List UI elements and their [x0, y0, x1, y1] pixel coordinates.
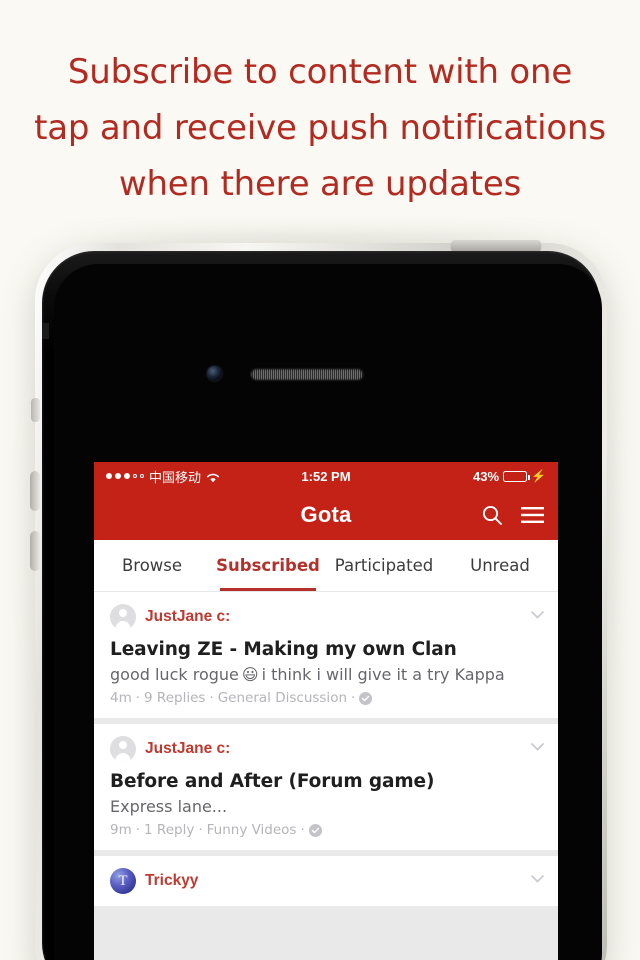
antenna-band-left [42, 323, 49, 339]
avatar[interactable] [110, 736, 136, 762]
post-author[interactable]: JustJane c: [145, 608, 230, 626]
lightning-bolt-icon: ⚡ [531, 469, 546, 483]
silent-switch[interactable] [31, 398, 40, 422]
meta-sep: · [135, 690, 141, 706]
post-excerpt-before: good luck rogue [110, 665, 239, 684]
post-excerpt: Express lane... [110, 797, 540, 816]
meta-sep: · [351, 690, 356, 706]
headline-line-1: Subscribe to content with one [67, 52, 573, 92]
status-bar-right: 43% ⚡ [473, 469, 546, 484]
meta-sep: · [300, 822, 305, 838]
chevron-down-icon[interactable] [531, 606, 544, 619]
status-bar-left: 中国移动 [106, 467, 220, 486]
meta-sep: · [209, 690, 214, 706]
volume-down-button[interactable] [30, 531, 40, 571]
tab-browse[interactable]: Browse [94, 540, 210, 591]
headline-line-3: when there are updates [118, 164, 522, 204]
phone-bezel: 中国移动 1:52 PM 43% ⚡ Gota Browse Subscribe… [42, 251, 602, 960]
earpiece-speaker-icon [251, 369, 363, 380]
app-screen: 中国移动 1:52 PM 43% ⚡ Gota Browse Subscribe… [94, 462, 558, 960]
post-card[interactable]: JustJane c: Leaving ZE - Making my own C… [94, 592, 558, 718]
post-category: Funny Videos [206, 822, 297, 838]
tab-browse-label: Browse [121, 556, 183, 575]
tab-subscribed[interactable]: Subscribed [210, 540, 326, 591]
wifi-icon [206, 471, 220, 482]
headline-line-2: tap and receive push notifications [34, 108, 606, 148]
battery-icon [503, 470, 531, 482]
nav-actions [481, 504, 544, 526]
volume-up-button[interactable] [30, 471, 40, 511]
grinning-face-emoji-icon: 😃 [241, 665, 259, 684]
post-title[interactable]: Before and After (Forum game) [110, 771, 540, 792]
post-card[interactable]: JustJane c: Before and After (Forum game… [94, 724, 558, 850]
verified-check-icon [359, 691, 373, 705]
post-time: 4m [110, 690, 132, 706]
phone-front-face: 中国移动 1:52 PM 43% ⚡ Gota Browse Subscribe… [54, 264, 602, 960]
post-author[interactable]: Trickyy [145, 872, 198, 890]
signal-strength-icon [106, 473, 144, 479]
front-camera-icon [207, 366, 222, 381]
post-excerpt: good luck rogue 😃 i think i will give it… [110, 665, 540, 684]
post-time: 9m [110, 822, 132, 838]
page-headline: Subscribe to content with one tap and re… [0, 44, 640, 212]
tab-bar: Browse Subscribed Participated Unread [94, 540, 558, 592]
post-author[interactable]: JustJane c: [145, 740, 230, 758]
post-reply-count: 1 Reply [144, 822, 195, 838]
post-excerpt-before: Express lane... [110, 797, 228, 816]
status-bar: 中国移动 1:52 PM 43% ⚡ [94, 462, 558, 490]
post-category: General Discussion [217, 690, 348, 706]
post-header: JustJane c: [110, 736, 540, 762]
battery-percent-label: 43% [473, 468, 500, 484]
tab-unread[interactable]: Unread [442, 540, 558, 591]
meta-sep: · [135, 822, 141, 838]
post-title[interactable]: Leaving ZE - Making my own Clan [110, 639, 540, 660]
app-nav-bar: Gota [94, 490, 558, 540]
post-feed[interactable]: JustJane c: Leaving ZE - Making my own C… [94, 592, 558, 960]
tab-participated[interactable]: Participated [326, 540, 442, 591]
meta-sep: · [198, 822, 203, 838]
post-excerpt-after: i think i will give it a try Kappa [261, 665, 505, 684]
post-header: T Trickyy [110, 868, 540, 894]
tab-participated-label: Participated [334, 556, 434, 575]
post-header: JustJane c: [110, 604, 540, 630]
tab-unread-label: Unread [470, 556, 530, 575]
chevron-down-icon[interactable] [531, 870, 544, 883]
hamburger-menu-icon[interactable] [521, 506, 544, 524]
avatar[interactable]: T [110, 868, 136, 894]
post-reply-count: 9 Replies [144, 690, 206, 706]
post-card[interactable]: T Trickyy [94, 856, 558, 906]
carrier-label: 中国移动 [149, 470, 202, 486]
chevron-down-icon[interactable] [531, 738, 544, 751]
power-button[interactable] [451, 240, 541, 251]
phone-device: 中国移动 1:52 PM 43% ⚡ Gota Browse Subscribe… [30, 240, 607, 960]
tab-subscribed-label: Subscribed [216, 556, 320, 575]
post-meta: 4m · 9 Replies · General Discussion · [110, 690, 540, 706]
verified-check-icon [308, 823, 322, 837]
avatar-initial: T [118, 872, 128, 889]
search-icon[interactable] [481, 504, 503, 526]
post-meta: 9m · 1 Reply · Funny Videos · [110, 822, 540, 838]
avatar[interactable] [110, 604, 136, 630]
